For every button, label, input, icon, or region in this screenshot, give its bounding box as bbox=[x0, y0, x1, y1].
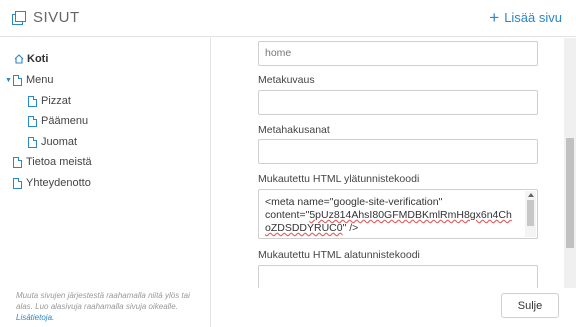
dialog-footer: Sulje bbox=[212, 288, 576, 327]
code-line: content="5pUz814AhsI80GFMDBKmlRmH8gx6n4C… bbox=[265, 209, 521, 222]
tree-item-label: Juomat bbox=[41, 136, 78, 148]
tree-item-pizzat[interactable]: Pizzat bbox=[28, 95, 71, 107]
page-icon bbox=[13, 74, 22, 86]
tree-item-label: Menu bbox=[26, 74, 54, 86]
close-button[interactable]: Sulje bbox=[501, 293, 559, 318]
pages-icon bbox=[12, 10, 26, 25]
caret-down-icon[interactable]: ▼ bbox=[5, 77, 12, 84]
footer-code-textarea[interactable] bbox=[258, 265, 538, 288]
page-icon bbox=[13, 156, 22, 168]
code-text-misspelled: oZDSDDYRUC0 bbox=[265, 222, 343, 234]
page-icon bbox=[13, 177, 22, 189]
code-line: <meta name="google-site-verification" bbox=[265, 196, 443, 208]
tree-item-label: Tietoa meistä bbox=[26, 156, 92, 168]
tree-item-juomat[interactable]: Juomat bbox=[28, 136, 77, 148]
code-text: " /> bbox=[342, 222, 359, 234]
tree-item-paamenu[interactable]: Päämenu bbox=[28, 115, 88, 127]
code-text-misspelled: 5pUz814AhsI80GFMDBKmlRmH8gx6n4Ch bbox=[309, 209, 512, 221]
tree-item-koti[interactable]: Koti bbox=[14, 53, 48, 65]
content-scrollbar[interactable] bbox=[564, 38, 576, 288]
tree-item-label: Yhteydenotto bbox=[26, 177, 91, 189]
tree-item-tietoa-meista[interactable]: Tietoa meistä bbox=[13, 156, 92, 168]
add-page-button[interactable]: + Lisää sivu bbox=[489, 7, 562, 27]
header-code-textarea[interactable]: <meta name="google-site-verification" co… bbox=[258, 189, 538, 239]
tree-item-label: Päämenu bbox=[41, 115, 89, 127]
page-title: SIVUT bbox=[33, 9, 80, 26]
tree-item-yhteydenotto[interactable]: Yhteydenotto bbox=[13, 177, 91, 189]
sidebar-help-text: Muuta sivujen järjestestä raahamalla nii… bbox=[16, 290, 202, 323]
page-url-input[interactable]: home bbox=[258, 41, 538, 66]
app-header: SIVUT + Lisää sivu bbox=[0, 0, 576, 37]
page-icon bbox=[28, 115, 37, 127]
plus-icon: + bbox=[489, 7, 500, 27]
page-icon bbox=[28, 136, 37, 148]
meta-description-label: Metakuvaus bbox=[258, 74, 315, 86]
help-text: Muuta sivujen järjestestä raahamalla nii… bbox=[16, 291, 190, 311]
tree-item-menu[interactable]: ▼ Menu bbox=[5, 74, 54, 86]
page-tree-sidebar: Koti ▼ Menu Pizzat Päämenu Juomat Tietoa… bbox=[0, 38, 211, 327]
code-line: oZDSDDYRUC0" /> bbox=[265, 222, 521, 235]
tree-item-label: Pizzat bbox=[41, 95, 71, 107]
page-settings-form: home Metakuvaus Metahakusanat Mukautettu… bbox=[212, 38, 576, 288]
meta-description-input[interactable] bbox=[258, 90, 538, 115]
tree-item-label: Koti bbox=[27, 53, 49, 65]
code-text: content=" bbox=[265, 209, 310, 221]
learn-more-link[interactable]: Lisätietoja. bbox=[16, 313, 54, 322]
home-icon bbox=[14, 53, 24, 65]
meta-keywords-label: Metahakusanat bbox=[258, 124, 330, 136]
scrollbar-thumb[interactable] bbox=[566, 138, 574, 248]
header-title-group: SIVUT bbox=[12, 9, 80, 26]
scrollbar-thumb[interactable] bbox=[527, 200, 534, 226]
add-page-label: Lisää sivu bbox=[504, 10, 562, 25]
textarea-scrollbar[interactable] bbox=[525, 191, 536, 237]
page-icon bbox=[28, 95, 37, 107]
meta-keywords-input[interactable] bbox=[258, 139, 538, 164]
scroll-up-arrow-icon[interactable] bbox=[528, 193, 534, 197]
footer-code-label: Mukautettu HTML alatunnistekoodi bbox=[258, 249, 420, 261]
header-code-label: Mukautettu HTML ylätunnistekoodi bbox=[258, 173, 420, 185]
